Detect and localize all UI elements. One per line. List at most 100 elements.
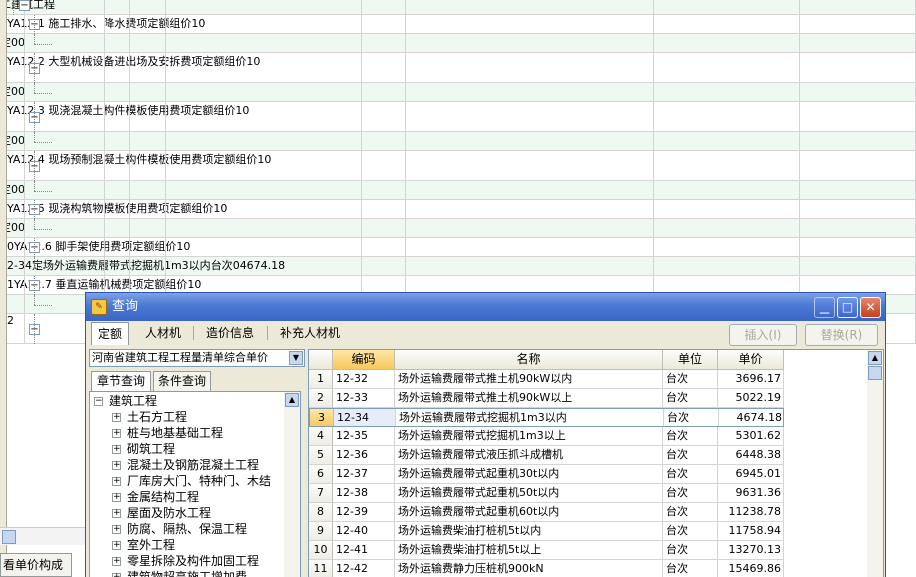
horizontal-scrollbar[interactable] — [0, 527, 86, 545]
tree-node[interactable]: 屋面及防水工程 — [127, 506, 211, 520]
tree-node[interactable]: 土石方工程 — [127, 410, 187, 424]
budget-cell — [654, 102, 800, 131]
tree-node[interactable]: 建筑工程 — [109, 394, 157, 408]
budget-cell — [362, 34, 406, 52]
grid-cell-unit: 台次 — [663, 484, 718, 503]
tree-node[interactable]: 砌筑工程 — [127, 442, 175, 456]
tab-unit-price-composition[interactable]: 看单价构成 — [0, 553, 72, 577]
grid-row[interactable]: 11 12-42 场外运输费静力压桩机900kN 台次 15469.86 — [309, 560, 784, 577]
expand-toggle[interactable]: + — [112, 477, 121, 486]
scroll-up-arrow[interactable]: ▲ — [868, 351, 882, 365]
budget-cell — [166, 238, 362, 256]
grid-row[interactable]: 2 12-33 场外运输费履带式推土机90kW以上 台次 5022.19 — [309, 389, 784, 408]
budget-row[interactable]: −6YA12.2 大型机械设备进出场及安拆费项定额组价10 — [0, 53, 916, 83]
collapse-toggle[interactable]: − — [19, 0, 30, 11]
budget-row[interactable]: 12-34定场外运输费履带式挖掘机1m3以内台次04674.18 — [0, 257, 916, 276]
grid-cell-code: 12-42 — [333, 560, 395, 577]
budget-cell — [105, 257, 130, 275]
grid-cell-n: 6 — [309, 465, 333, 484]
replace-button[interactable]: 替换(R) — [805, 324, 878, 346]
budget-row[interactable]: 定00 — [0, 34, 916, 53]
budget-row[interactable]: −10YA12.6 脚手架使用费项定额组价10 — [0, 238, 916, 257]
grid-cell-price: 11238.78 — [718, 503, 784, 522]
budget-row[interactable]: −二建筑工程 — [0, 0, 916, 15]
grid-cell-code: 12-40 — [333, 522, 395, 541]
header-code[interactable]: 编码 — [333, 350, 395, 370]
grid-cell-code: 12-39 — [333, 503, 395, 522]
tree-node[interactable]: 室外工程 — [127, 538, 175, 552]
expand-toggle[interactable]: + — [112, 461, 121, 470]
grid-cell-name: 场外运输费履带式挖掘机1m3以上 — [395, 427, 663, 446]
budget-cell — [406, 151, 654, 180]
grid-row[interactable]: 1 12-32 场外运输费履带式推土机90kW以内 台次 3696.17 — [309, 370, 784, 389]
scroll-up-arrow[interactable]: ▲ — [285, 393, 299, 407]
maximize-button[interactable]: □ — [837, 297, 858, 318]
chevron-down-icon[interactable]: ▼ — [289, 351, 303, 365]
tree-connector — [34, 151, 35, 181]
grid-cell-price: 9631.36 — [718, 484, 784, 503]
grid-row[interactable]: 4 12-35 场外运输费履带式挖掘机1m3以上 台次 5301.62 — [309, 427, 784, 446]
budget-cell — [166, 257, 362, 275]
tab-supplement[interactable]: 补充人材机 — [273, 322, 347, 344]
tree-connector — [34, 181, 35, 191]
grid-row[interactable]: 5 12-36 场外运输费履带式液压抓斗成槽机 台次 6448.38 — [309, 446, 784, 465]
budget-row[interactable]: −5YA12.1 施工排水、降水费项定额组价10 — [0, 15, 916, 34]
budget-row[interactable]: 定00 — [0, 181, 916, 200]
expand-toggle[interactable]: + — [112, 557, 121, 566]
budget-row[interactable]: 定00 — [0, 132, 916, 151]
expand-toggle[interactable]: + — [112, 525, 121, 534]
app-icon: ✎ — [91, 299, 107, 315]
header-unit[interactable]: 单位 — [663, 350, 718, 370]
tree-node[interactable]: 厂库房大门、特种门、木结 — [127, 474, 271, 488]
dialog-titlebar[interactable]: ✎ 查询 ▁ □ ✕ — [86, 293, 885, 321]
collapse-toggle[interactable]: − — [94, 397, 103, 406]
tab-cost-info[interactable]: 造价信息 — [199, 322, 261, 344]
tree-node[interactable]: 建筑物超高施工增加费 — [127, 570, 247, 577]
minimize-button[interactable]: ▁ — [814, 297, 835, 318]
expand-toggle[interactable]: + — [112, 573, 121, 577]
budget-row[interactable]: 定00 — [0, 83, 916, 102]
tab-labor-material-machine[interactable]: 人材机 — [139, 322, 187, 344]
header-price[interactable]: 单价 — [718, 350, 784, 370]
tree-connector — [34, 15, 35, 34]
expand-toggle[interactable]: + — [112, 413, 121, 422]
grid-row[interactable]: 10 12-41 场外运输费柴油打桩机5t以上 台次 13270.13 — [309, 541, 784, 560]
insert-button[interactable]: 插入(I) — [729, 324, 797, 346]
tab-quota[interactable]: 定额 — [91, 322, 129, 345]
budget-row[interactable]: −9YA12.5 现浇构筑物模板使用费项定额组价10 — [0, 200, 916, 219]
close-button[interactable]: ✕ — [860, 297, 881, 318]
budget-row[interactable]: −7YA12.3 现浇混凝土构件模板使用费项定额组价10 — [0, 102, 916, 132]
grid-cell-name: 场外运输费履带式挖掘机1m3以内 — [396, 409, 664, 426]
expand-toggle[interactable]: + — [112, 509, 121, 518]
tree-connector — [34, 43, 52, 45]
expand-toggle[interactable]: + — [112, 541, 121, 550]
grid-row[interactable]: 8 12-39 场外运输费履带式起重机60t以内 台次 11238.78 — [309, 503, 784, 522]
header-name[interactable]: 名称 — [395, 350, 663, 370]
grid-row[interactable]: 7 12-38 场外运输费履带式起重机50t以内 台次 9631.36 — [309, 484, 784, 503]
tree-node[interactable]: 防腐、隔热、保温工程 — [127, 522, 247, 536]
grid-row[interactable]: 9 12-40 场外运输费柴油打桩机5t以内 台次 11758.94 — [309, 522, 784, 541]
scroll-thumb[interactable] — [868, 366, 882, 380]
budget-cell — [800, 238, 916, 256]
budget-cell — [654, 238, 800, 256]
expand-toggle[interactable]: + — [112, 493, 121, 502]
subtab-condition[interactable]: 条件查询 — [153, 371, 211, 391]
tree-scrollbar[interactable]: ▲ — [284, 392, 300, 577]
expand-toggle[interactable]: + — [112, 445, 121, 454]
grid-cell-name: 场外运输费柴油打桩机5t以上 — [395, 541, 663, 560]
grid-row[interactable]: 6 12-37 场外运输费履带式起重机30t以内 台次 6945.01 — [309, 465, 784, 484]
library-select[interactable]: 河南省建筑工程工程量清单综合单价 ▼ — [89, 349, 305, 367]
subtab-chapter[interactable]: 章节查询 — [91, 371, 151, 392]
tree-node[interactable]: 零星拆除及构件加固工程 — [127, 554, 259, 568]
scroll-left-button[interactable] — [2, 530, 16, 544]
budget-cell — [362, 132, 406, 150]
tree-node[interactable]: 金属结构工程 — [127, 490, 199, 504]
grid-scrollbar[interactable]: ▲ — [867, 350, 883, 577]
budget-row[interactable]: 定00 — [0, 219, 916, 238]
tree-connector — [34, 276, 35, 295]
grid-row[interactable]: 3 12-34 场外运输费履带式挖掘机1m3以内 台次 4674.18 — [309, 408, 784, 427]
expand-toggle[interactable]: + — [112, 429, 121, 438]
tree-node[interactable]: 混凝土及钢筋混凝土工程 — [127, 458, 259, 472]
budget-row[interactable]: −8YA12.4 现场预制混凝土构件模板使用费项定额组价10 — [0, 151, 916, 181]
tree-node[interactable]: 桩与地基基础工程 — [127, 426, 223, 440]
